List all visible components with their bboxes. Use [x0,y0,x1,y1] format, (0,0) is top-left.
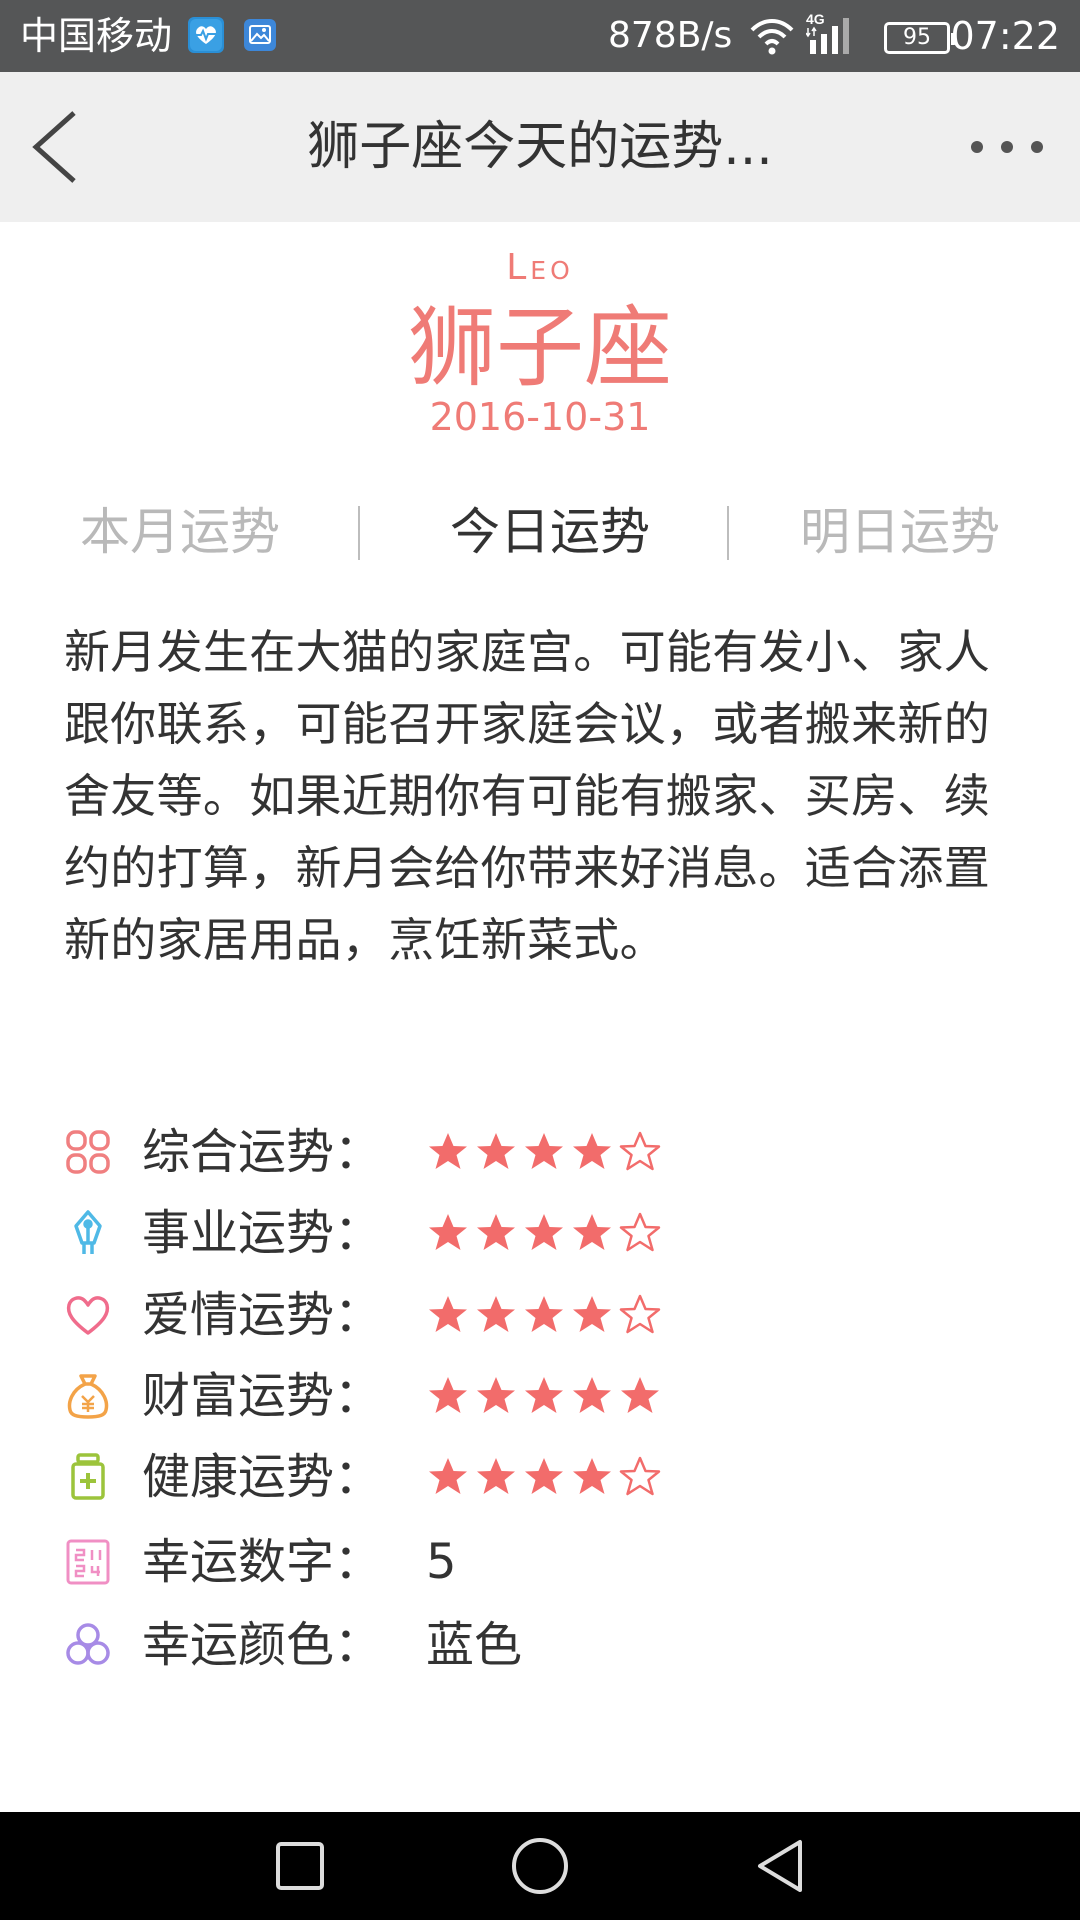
star-empty-icon [619,1456,661,1496]
fortune-label: 健康运势： [142,1449,383,1505]
gallery-app-icon [242,17,278,53]
tab-divider [727,506,729,560]
fortune-row-career: 事业运势： [64,1203,964,1263]
back-triangle-icon [758,1840,802,1892]
lucky-color-label: 幸运颜色： [142,1617,383,1673]
lucky-number-value: 5 [426,1534,457,1590]
signal-icon: 4G [805,10,858,58]
star-filled-icon [525,1296,563,1332]
home-button[interactable] [510,1836,570,1896]
sign-date: 2016-10-31 [429,395,651,439]
star-filled-icon [429,1458,467,1494]
fortune-row-health: 健康运势： [64,1447,964,1507]
star-filled-icon [573,1377,611,1413]
star-rating [426,1211,666,1255]
clock: 07:22 [950,14,1060,58]
star-empty-icon [619,1131,661,1171]
battery-level: 95 [903,25,931,50]
fortune-row-wealth: 财富运势： [64,1366,964,1426]
recent-apps-square-icon [276,1842,324,1890]
star-filled-icon [429,1377,467,1413]
navigation-bar [0,1812,1080,1920]
net-speed: 878B/s [608,15,733,56]
system-back-button[interactable] [750,1836,810,1896]
star-filled-icon [525,1458,563,1494]
star-rating [426,1293,666,1337]
star-filled-icon [429,1133,467,1169]
home-circle-icon [512,1838,568,1894]
network-type-label: 4G [806,11,825,27]
battery-icon: 95 [884,22,956,54]
lucky-color-row: 幸运颜色： 蓝色 [64,1615,964,1675]
money-bag-icon [64,1372,112,1420]
lucky-color-value: 蓝色 [426,1617,523,1673]
lucky-number-row: 幸运数字： 5 [64,1532,964,1592]
star-filled-icon [573,1296,611,1332]
more-button[interactable] [962,124,1052,170]
star-filled-icon [477,1458,515,1494]
star-rating [426,1374,666,1418]
star-filled-icon [573,1133,611,1169]
fortune-row-overall: 综合运势： [64,1122,964,1182]
lucky-number-label: 幸运数字： [142,1534,383,1590]
health-app-icon [188,17,224,53]
star-filled-icon [477,1133,515,1169]
title-bar: 狮子座今天的运势... [0,72,1080,222]
star-filled-icon [477,1377,515,1413]
star-filled-icon [477,1296,515,1332]
star-empty-icon [619,1212,661,1252]
fortune-label: 财富运势： [142,1368,383,1424]
star-filled-icon [525,1377,563,1413]
status-bar: 中国移动 878B/s 4G 95 07:22 [0,0,1080,72]
fortune-tabs: 本月运势 今日运势 明日运势 [0,492,1080,572]
calendar-number-icon [64,1538,112,1586]
star-filled-icon [573,1458,611,1494]
more-dots-icon [971,141,1043,153]
star-filled-icon [573,1214,611,1250]
wifi-icon [748,14,796,58]
sign-english-name: Leo [506,247,574,288]
star-filled-icon [429,1296,467,1332]
fortune-row-love: 爱情运势： [64,1285,964,1345]
fortune-label: 事业运势： [142,1205,383,1261]
page-title: 狮子座今天的运势... [307,117,773,177]
tab-today[interactable]: 今日运势 [400,492,700,572]
recent-apps-button[interactable] [270,1836,330,1896]
tab-divider [358,506,360,560]
grid-icon [64,1128,112,1176]
pen-nib-icon [64,1209,112,1257]
fortune-label: 爱情运势： [142,1287,383,1343]
star-empty-icon [619,1294,661,1334]
star-rating [426,1130,666,1174]
star-filled-icon [429,1214,467,1250]
color-circles-icon [64,1621,112,1669]
fortune-label: 综合运势： [142,1124,383,1180]
tab-this-month[interactable]: 本月运势 [40,492,320,572]
star-filled-icon [525,1133,563,1169]
heart-icon [64,1291,112,1339]
star-filled-icon [621,1377,659,1413]
carrier-name: 中国移动 [20,14,173,58]
sign-chinese-name: 狮子座 [407,296,672,399]
star-filled-icon [477,1214,515,1250]
star-filled-icon [525,1214,563,1250]
tab-tomorrow[interactable]: 明日运势 [760,492,1040,572]
fortune-description: 新月发生在大猫的家庭宫。可能有发小、家人跟你联系，可能召开家庭会议，或者搬来新的… [64,625,990,967]
medicine-bottle-icon [64,1453,112,1501]
star-rating [426,1455,666,1499]
